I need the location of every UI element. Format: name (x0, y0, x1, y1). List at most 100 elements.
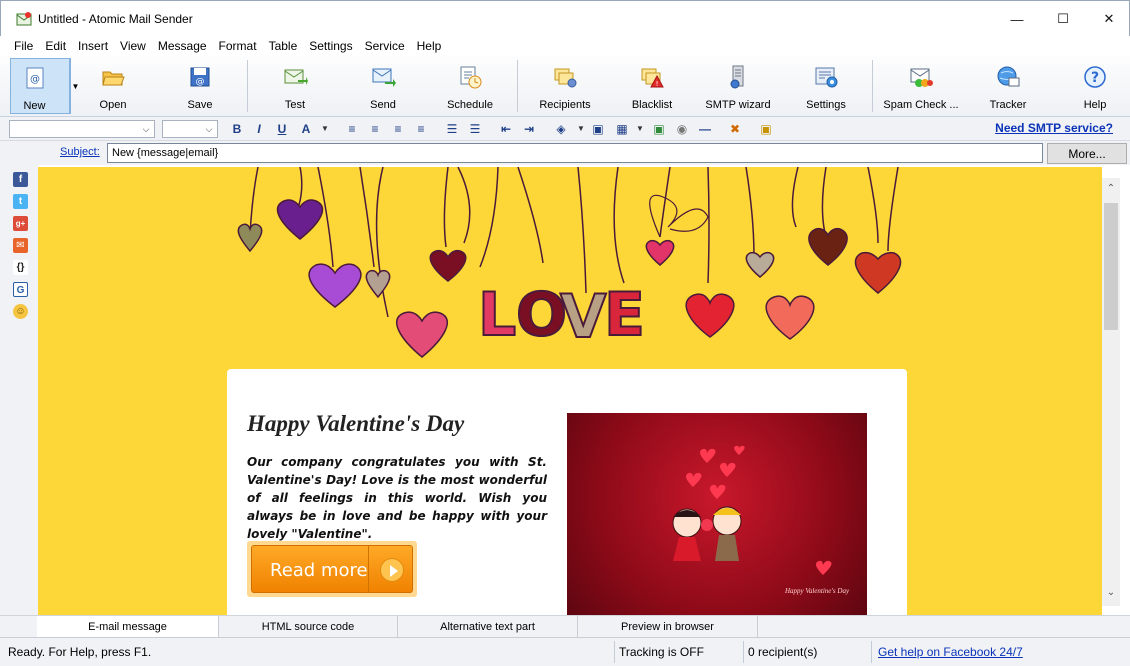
braces-icon[interactable]: {} (13, 260, 28, 275)
love-letter: E (604, 280, 645, 350)
new-message-icon: @ (26, 67, 43, 89)
menu-file[interactable]: File (8, 39, 39, 53)
maximize-button[interactable]: ☐ (1040, 1, 1086, 37)
insert-image-icon[interactable]: ▣ (650, 120, 668, 138)
tab-alternative-text[interactable]: Alternative text part (398, 616, 578, 638)
menu-edit[interactable]: Edit (39, 39, 72, 53)
insert-table-icon[interactable]: ▦ (613, 120, 631, 138)
tab-email-message[interactable]: E-mail message (37, 616, 219, 638)
new-label: New (23, 100, 46, 112)
read-more-button-face: Read more (251, 545, 413, 593)
window-title: Untitled - Atomic Mail Sender (38, 12, 193, 26)
blacklist-button[interactable]: ! Blacklist (624, 58, 680, 114)
smtp-wizard-button[interactable]: SMTP wizard (704, 58, 772, 114)
numbered-list-icon[interactable]: ☰ (443, 120, 461, 138)
outdent-icon[interactable]: ⇤ (497, 120, 515, 138)
align-right-icon[interactable]: ≡ (389, 120, 407, 138)
love-letter: L (478, 280, 516, 350)
photo-caption: Happy Valentine's Day (784, 587, 850, 595)
menu-message[interactable]: Message (152, 39, 213, 53)
title-bar: Untitled - Atomic Mail Sender — ☐ ✕ (0, 0, 1130, 36)
subject-input[interactable] (107, 143, 1043, 163)
open-button[interactable]: Open (85, 58, 141, 114)
toolbar-separator (872, 60, 873, 112)
status-ready: Ready. For Help, press F1. (8, 645, 152, 659)
scroll-down-icon[interactable]: ⌄ (1102, 584, 1120, 602)
recipients-icon (554, 68, 577, 88)
recipients-button[interactable]: Recipients (534, 58, 596, 114)
help-question-icon: ? (1084, 66, 1106, 88)
align-justify-icon[interactable]: ≡ (412, 120, 430, 138)
menu-bar: File Edit Insert View Message Format Tab… (0, 36, 1130, 56)
google-icon[interactable]: G (13, 282, 28, 297)
underline-icon[interactable]: U (273, 120, 291, 138)
facebook-help-link[interactable]: Get help on Facebook 24/7 (878, 645, 1023, 659)
svg-text:?: ? (1091, 70, 1099, 86)
svg-text:!: ! (656, 80, 659, 88)
font-color-icon[interactable]: A (297, 120, 315, 138)
table-dropdown-icon[interactable]: ▼ (631, 120, 649, 138)
menu-service[interactable]: Service (359, 39, 411, 53)
fill-color-dropdown-icon[interactable]: ▼ (572, 120, 590, 138)
button-divider (368, 546, 369, 592)
read-more-button[interactable]: Read more (247, 541, 417, 597)
smtp-wizard-label: SMTP wizard (705, 99, 771, 111)
schedule-button[interactable]: Schedule (440, 58, 500, 114)
palette-icon[interactable]: ◉ (673, 120, 691, 138)
send-mail-icon (372, 68, 396, 87)
menu-view[interactable]: View (114, 39, 152, 53)
save-button[interactable]: @ Save (172, 58, 228, 114)
settings-button[interactable]: Settings (798, 58, 854, 114)
email-editor[interactable]: L O V E Happy Valentine's Day Our compan… (38, 167, 1102, 615)
send-button[interactable]: Send (355, 58, 411, 114)
fill-color-icon[interactable]: ◈ (552, 120, 570, 138)
scroll-up-icon[interactable]: ⌃ (1102, 180, 1120, 198)
font-size-select[interactable]: ⌵ (162, 120, 218, 138)
tab-preview-browser[interactable]: Preview in browser (578, 616, 758, 638)
tab-html-source[interactable]: HTML source code (219, 616, 398, 638)
tracker-button[interactable]: Tracker (982, 58, 1034, 114)
paste-icon[interactable]: ▣ (757, 120, 775, 138)
spam-check-label: Spam Check ... (883, 99, 959, 111)
insert-link-icon[interactable]: ▣ (589, 120, 607, 138)
help-button[interactable]: ? Help (1072, 58, 1118, 114)
italic-icon[interactable]: I (250, 120, 268, 138)
indent-icon[interactable]: ⇥ (520, 120, 538, 138)
clear-format-icon[interactable]: ✖ (726, 120, 744, 138)
toolbar-separator (247, 60, 248, 112)
bulleted-list-icon[interactable]: ☰ (466, 120, 484, 138)
font-family-select[interactable]: ⌵ (9, 120, 155, 138)
google-plus-icon[interactable]: g+ (13, 216, 28, 231)
twitter-icon[interactable]: t (13, 194, 28, 209)
email-share-icon[interactable]: ✉ (13, 238, 28, 253)
subject-label[interactable]: Subject: (60, 146, 100, 158)
svg-text:@: @ (196, 77, 205, 87)
menu-help[interactable]: Help (411, 39, 448, 53)
svg-text:@: @ (30, 74, 40, 85)
new-button[interactable]: @ New ▼ (10, 58, 79, 114)
menu-settings[interactable]: Settings (303, 39, 358, 53)
more-button[interactable]: More... (1047, 143, 1127, 164)
status-recipients: 0 recipient(s) (748, 645, 818, 659)
settings-gear-icon (815, 67, 838, 88)
subject-bar: Subject: More... (0, 141, 1130, 165)
menu-table[interactable]: Table (263, 39, 304, 53)
menu-format[interactable]: Format (213, 39, 263, 53)
align-center-icon[interactable]: ≡ (366, 120, 384, 138)
minimize-button[interactable]: — (994, 1, 1040, 37)
scroll-thumb[interactable] (1104, 203, 1118, 330)
bold-icon[interactable]: B (228, 120, 246, 138)
font-color-dropdown-icon[interactable]: ▼ (316, 120, 334, 138)
horizontal-line-icon[interactable]: — (696, 120, 714, 138)
test-button[interactable]: Test (267, 58, 323, 114)
new-dropdown-arrow[interactable]: ▼ (69, 59, 81, 113)
menu-insert[interactable]: Insert (72, 39, 114, 53)
valentine-couple-image: Happy Valentine's Day (567, 413, 867, 615)
spam-check-button[interactable]: Spam Check ... (880, 58, 962, 114)
smiley-icon[interactable]: ☺ (13, 304, 28, 319)
align-left-icon[interactable]: ≡ (343, 120, 361, 138)
test-label: Test (284, 99, 306, 111)
need-smtp-service-link[interactable]: Need SMTP service? (995, 121, 1113, 135)
facebook-icon[interactable]: f (13, 172, 28, 187)
close-button[interactable]: ✕ (1086, 1, 1130, 37)
